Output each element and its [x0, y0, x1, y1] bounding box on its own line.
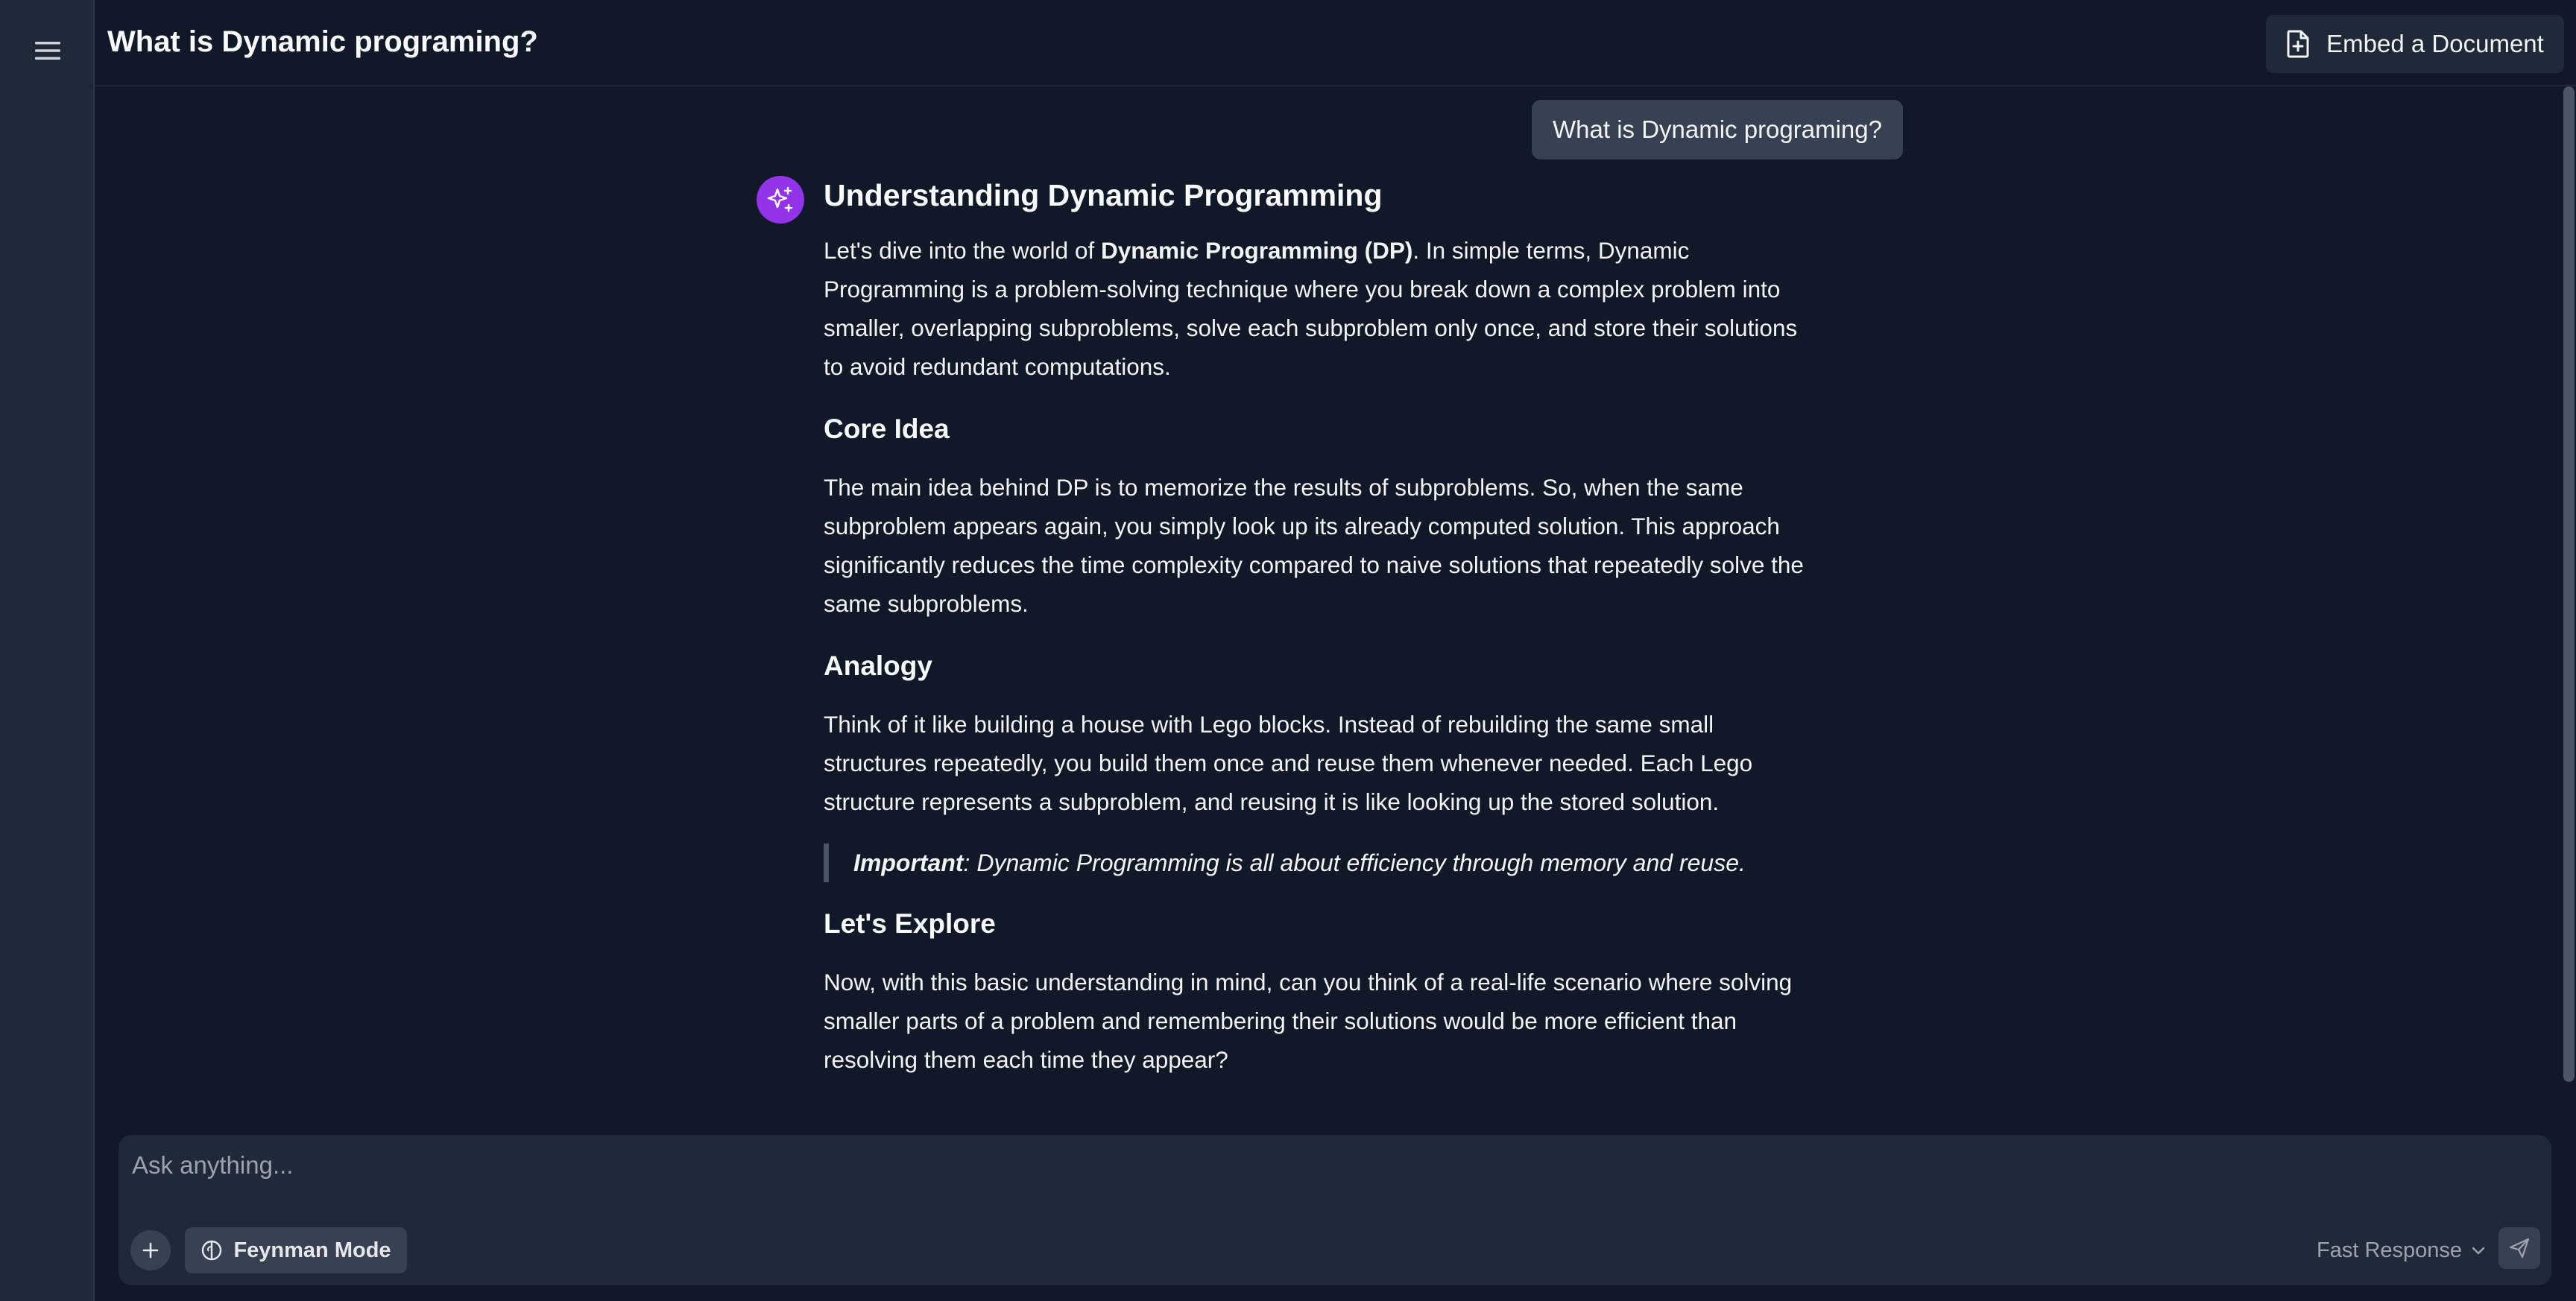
answer-intro: Let's dive into the world of Dynamic Pro…: [824, 231, 1822, 386]
section-body-lets-explore: Now, with this basic understanding in mi…: [824, 969, 1793, 1073]
user-message-bubble: What is Dynamic programing?: [1532, 100, 1903, 159]
attach-button[interactable]: [130, 1230, 171, 1270]
section-body-core-idea: The main idea behind DP is to memorize t…: [824, 474, 1804, 617]
message-input[interactable]: [130, 1144, 2370, 1187]
message-composer: Feynman Mode Fast Response: [119, 1135, 2551, 1285]
section-body-analogy: Think of it like building a house with L…: [824, 711, 1753, 815]
assistant-answer: Understanding Dynamic Programming Let's …: [824, 174, 1822, 1079]
sparkles-icon: [767, 186, 793, 212]
feynman-mode-label: Feynman Mode: [233, 1238, 391, 1262]
answer-intro-bold: Dynamic Programming (DP): [1100, 237, 1413, 264]
brain-icon: [202, 1240, 222, 1261]
menu-button[interactable]: [25, 28, 70, 73]
assistant-avatar: [757, 176, 804, 224]
section-heading-lets-explore: Let's Explore: [824, 908, 996, 939]
embed-document-button[interactable]: Embed a Document: [2266, 15, 2564, 73]
section-heading-analogy: Analogy: [824, 650, 932, 681]
scrollbar-thumb[interactable]: [2563, 86, 2575, 1082]
quote-label: Important: [853, 849, 964, 876]
chat-area: What is Dynamic programing? Understandin…: [95, 86, 2562, 1130]
send-button[interactable]: [2498, 1227, 2540, 1269]
important-blockquote: Important: Dynamic Programming is all ab…: [824, 843, 1822, 882]
answer-title: Understanding Dynamic Programming: [824, 178, 1383, 212]
file-plus-icon: [2287, 30, 2309, 58]
plus-icon: [142, 1242, 159, 1259]
section-heading-core-idea: Core Idea: [824, 414, 950, 444]
chat-scrollbar[interactable]: [2563, 86, 2575, 1082]
sidebar: [0, 0, 95, 1301]
top-bar: What is Dynamic programing? Embed a Docu…: [95, 0, 2576, 86]
quote-text: : Dynamic Programming is all about effic…: [963, 849, 1746, 876]
response-mode-label: Fast Response: [2317, 1238, 2463, 1262]
answer-intro-prefix: Let's dive into the world of: [824, 237, 1101, 264]
send-icon: [2509, 1238, 2530, 1259]
hamburger-menu-icon: [35, 42, 60, 60]
chevron-down-icon: [2472, 1247, 2485, 1255]
feynman-mode-toggle[interactable]: Feynman Mode: [185, 1227, 407, 1273]
response-mode-select[interactable]: Fast Response: [2317, 1230, 2488, 1270]
embed-document-label: Embed a Document: [2326, 30, 2544, 57]
page-title: What is Dynamic programing?: [107, 25, 538, 58]
